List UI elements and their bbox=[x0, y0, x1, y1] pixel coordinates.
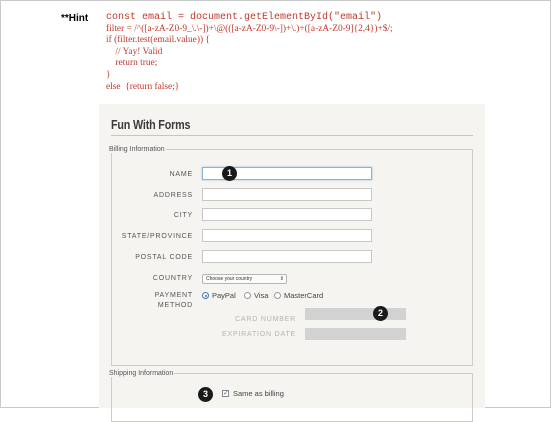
code-line: else {return false;} bbox=[106, 81, 180, 92]
code-line: const email = document.getElementById("e… bbox=[106, 12, 383, 23]
billing-legend: Billing Information bbox=[109, 146, 165, 153]
hint-code: const email = document.getElementById("e… bbox=[106, 12, 393, 93]
title-divider bbox=[111, 135, 473, 136]
city-field[interactable] bbox=[202, 208, 372, 225]
payment-option-mastercard[interactable]: MasterCard bbox=[274, 291, 323, 300]
payment-option-label: MasterCard bbox=[284, 291, 324, 300]
radio-icon[interactable] bbox=[274, 292, 281, 299]
address-label: ADDRESS bbox=[153, 192, 193, 199]
payment-option-label: Visa bbox=[254, 291, 269, 300]
callout-badge-3: 3 bbox=[198, 387, 213, 402]
shipping-legend: Shipping Information bbox=[109, 370, 174, 377]
form-title: Fun With Forms bbox=[111, 118, 191, 132]
radio-icon[interactable] bbox=[244, 292, 251, 299]
payment-option-paypal[interactable]: PayPal bbox=[202, 291, 236, 300]
address-input[interactable] bbox=[203, 194, 371, 205]
payment-label: PAYMENT bbox=[154, 292, 193, 299]
card-number-label: CARD NUMBER bbox=[235, 316, 296, 323]
postal-code-label: POSTAL CODE bbox=[135, 254, 193, 261]
chevron-updown-icon: ⇕ bbox=[279, 276, 284, 282]
city-label: CITY bbox=[173, 212, 193, 219]
postal-code-field[interactable] bbox=[202, 250, 372, 267]
same-as-billing-label: Same as billing bbox=[233, 389, 284, 398]
checkbox-checked-icon[interactable]: ✓ bbox=[222, 390, 229, 397]
state-input[interactable] bbox=[203, 235, 371, 246]
postal-code-input[interactable] bbox=[203, 256, 371, 267]
payment-option-label: PayPal bbox=[212, 291, 236, 300]
payment-option-visa[interactable]: Visa bbox=[244, 291, 268, 300]
code-line: // Yay! Valid bbox=[106, 46, 163, 57]
country-select[interactable]: Choose your country ⇕ bbox=[202, 274, 287, 284]
callout-badge-1: 1 bbox=[222, 166, 237, 181]
shipping-fieldset: Shipping Information bbox=[109, 370, 473, 422]
country-label: COUNTRY bbox=[152, 275, 193, 282]
same-as-billing-option[interactable]: ✓ Same as billing bbox=[222, 389, 284, 398]
country-select-value: Choose your country bbox=[206, 276, 253, 282]
code-line: } bbox=[106, 69, 111, 80]
radio-selected-icon[interactable] bbox=[202, 292, 209, 299]
name-label: NAME bbox=[169, 171, 193, 178]
state-field[interactable] bbox=[202, 229, 372, 246]
code-line: return true; bbox=[106, 58, 158, 69]
callout-badge-2: 2 bbox=[373, 306, 388, 321]
city-input[interactable] bbox=[203, 214, 371, 225]
payment-label-line2: METHOD bbox=[157, 302, 193, 309]
expiration-date-label: EXPIRATION DATE bbox=[222, 331, 296, 338]
state-label: STATE/PROVINCE bbox=[121, 233, 193, 240]
address-field[interactable] bbox=[202, 188, 372, 205]
expiration-date-field[interactable] bbox=[305, 328, 406, 340]
card-number-field[interactable] bbox=[305, 308, 406, 320]
code-line: if (filter.test(email.value)) { bbox=[106, 35, 210, 46]
hint-label: **Hint bbox=[61, 13, 89, 24]
code-line: filter = /^([a-zA-Z0-9_\.\-])+\@(([a-zA-… bbox=[106, 23, 393, 34]
